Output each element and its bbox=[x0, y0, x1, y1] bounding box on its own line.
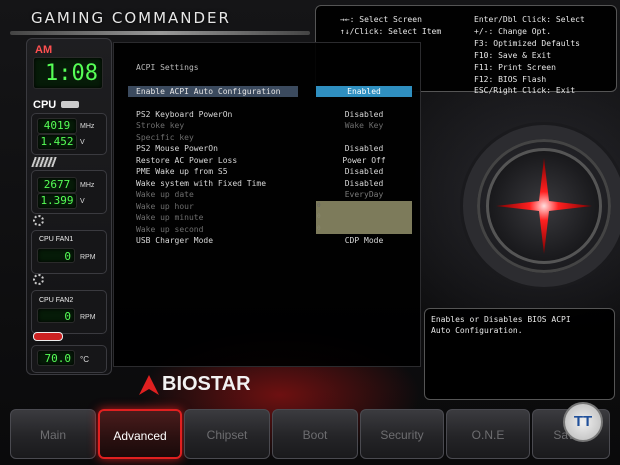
setting-restore-ac-power-loss[interactable]: Restore AC Power Loss bbox=[136, 156, 237, 165]
thermometer-icon bbox=[33, 332, 63, 341]
value-usb-charger-mode[interactable]: CDP Mode bbox=[316, 236, 412, 245]
app-title: GAMING COMMANDER bbox=[31, 9, 231, 27]
cpu-frequency-unit: MHz bbox=[80, 123, 95, 130]
description-line-1: Enables or Disables BIOS ACPI bbox=[431, 315, 571, 324]
value-wake-up-date: EveryDay bbox=[344, 190, 384, 199]
memory-voltage-unit: V bbox=[80, 198, 85, 205]
value-stroke-key: Wake Key bbox=[344, 121, 384, 130]
fan1-label: CPU FAN1 bbox=[39, 236, 74, 243]
tab-main[interactable]: Main bbox=[10, 409, 96, 459]
section-title: ACPI Settings bbox=[136, 63, 199, 72]
help-f11: F11: Print Screen bbox=[474, 63, 556, 72]
title-underline bbox=[10, 31, 310, 35]
tab-boot[interactable]: Boot bbox=[272, 409, 358, 459]
value-wake-up-minute: 0 bbox=[317, 213, 321, 220]
help-select-item: ↑↓/Click: Select Item bbox=[340, 27, 442, 36]
fan2-speed-unit: RPM bbox=[80, 314, 96, 321]
value-ps2-keyboard-poweron[interactable]: Disabled bbox=[316, 110, 412, 119]
value-restore-ac-power-loss[interactable]: Power Off bbox=[316, 156, 412, 165]
value-wake-up-hour: 0 bbox=[317, 202, 321, 209]
red-star-icon bbox=[496, 158, 592, 254]
description-line-2: Auto Configuration. bbox=[431, 326, 523, 335]
setting-pme-wake-up-s5[interactable]: PME Wake up from S5 bbox=[136, 167, 228, 176]
fan2-icon bbox=[33, 274, 44, 285]
memory-voltage: 1.399 bbox=[37, 193, 77, 209]
settings-panel: ACPI Settings Enable ACPI Auto Configura… bbox=[113, 42, 421, 367]
setting-wake-fixed-time[interactable]: Wake system with Fixed Time bbox=[136, 179, 266, 188]
setting-wake-up-date: Wake up date bbox=[136, 190, 194, 199]
cpu-voltage-unit: V bbox=[80, 139, 85, 146]
cpu-chip-icon bbox=[61, 101, 79, 108]
value-enable-acpi-auto-config[interactable]: Enabled bbox=[316, 87, 412, 96]
biostar-logo-icon bbox=[139, 375, 159, 395]
value-ps2-mouse-poweron[interactable]: Disabled bbox=[316, 144, 412, 153]
value-pme-wake-up-s5[interactable]: Disabled bbox=[316, 167, 412, 176]
fan1-speed: 0 bbox=[37, 248, 75, 263]
tab-advanced[interactable]: Advanced bbox=[98, 409, 182, 459]
setting-ps2-keyboard-poweron[interactable]: PS2 Keyboard PowerOn bbox=[136, 110, 232, 119]
setting-wake-up-hour: Wake up hour bbox=[136, 202, 194, 211]
memory-frequency-unit: MHz bbox=[80, 182, 95, 189]
cpu-frequency: 4019 bbox=[37, 118, 77, 134]
fan2-label: CPU FAN2 bbox=[39, 297, 74, 304]
cpu-label: CPU bbox=[33, 99, 57, 111]
cpu-voltage: 1.452 bbox=[37, 134, 77, 150]
biostar-logo: BIOSTAR bbox=[162, 373, 251, 395]
help-esc: ESC/Right Click: Exit bbox=[474, 86, 576, 95]
help-select-screen: →←: Select Screen bbox=[340, 15, 422, 24]
setting-usb-charger-mode[interactable]: USB Charger Mode bbox=[136, 236, 213, 245]
value-wake-up-second: 0 bbox=[317, 225, 321, 232]
help-enter: Enter/Dbl Click: Select bbox=[474, 15, 585, 24]
setting-enable-acpi-auto-config[interactable]: Enable ACPI Auto Configuration bbox=[136, 87, 281, 96]
fan2-speed: 0 bbox=[37, 308, 75, 323]
tab-one[interactable]: O.N.E bbox=[446, 409, 530, 459]
bottom-tab-bar: Main Advanced Chipset Boot Security O.N.… bbox=[10, 409, 610, 459]
setting-wake-up-second: Wake up second bbox=[136, 225, 204, 234]
setting-wake-up-minute: Wake up minute bbox=[136, 213, 204, 222]
am-label: AM bbox=[35, 44, 53, 56]
value-wake-fixed-time[interactable]: Disabled bbox=[316, 179, 412, 188]
setting-stroke-key: Stroke key bbox=[136, 121, 185, 130]
help-f3: F3: Optimized Defaults bbox=[474, 39, 580, 48]
cpu-temperature: 70.0 bbox=[37, 350, 75, 366]
setting-specific-key: Specific key bbox=[136, 133, 194, 142]
help-f12: F12: BIOS Flash bbox=[474, 75, 547, 84]
temperature-unit: °C bbox=[80, 355, 89, 364]
memory-icon bbox=[31, 157, 57, 167]
clock-display: 1:08 bbox=[33, 57, 103, 89]
tab-security[interactable]: Security bbox=[360, 409, 444, 459]
help-f10: F10: Save & Exit bbox=[474, 51, 552, 60]
fan1-speed-unit: RPM bbox=[80, 254, 96, 261]
wake-time-input-area bbox=[316, 201, 412, 234]
memory-frequency: 2677 bbox=[37, 177, 77, 193]
tab-chipset[interactable]: Chipset bbox=[184, 409, 270, 459]
help-change-opt: +/-: Change Opt. bbox=[474, 27, 552, 36]
setting-ps2-mouse-poweron[interactable]: PS2 Mouse PowerOn bbox=[136, 144, 218, 153]
watermark-logo-icon: TT bbox=[563, 402, 603, 442]
fan1-icon bbox=[33, 215, 44, 226]
